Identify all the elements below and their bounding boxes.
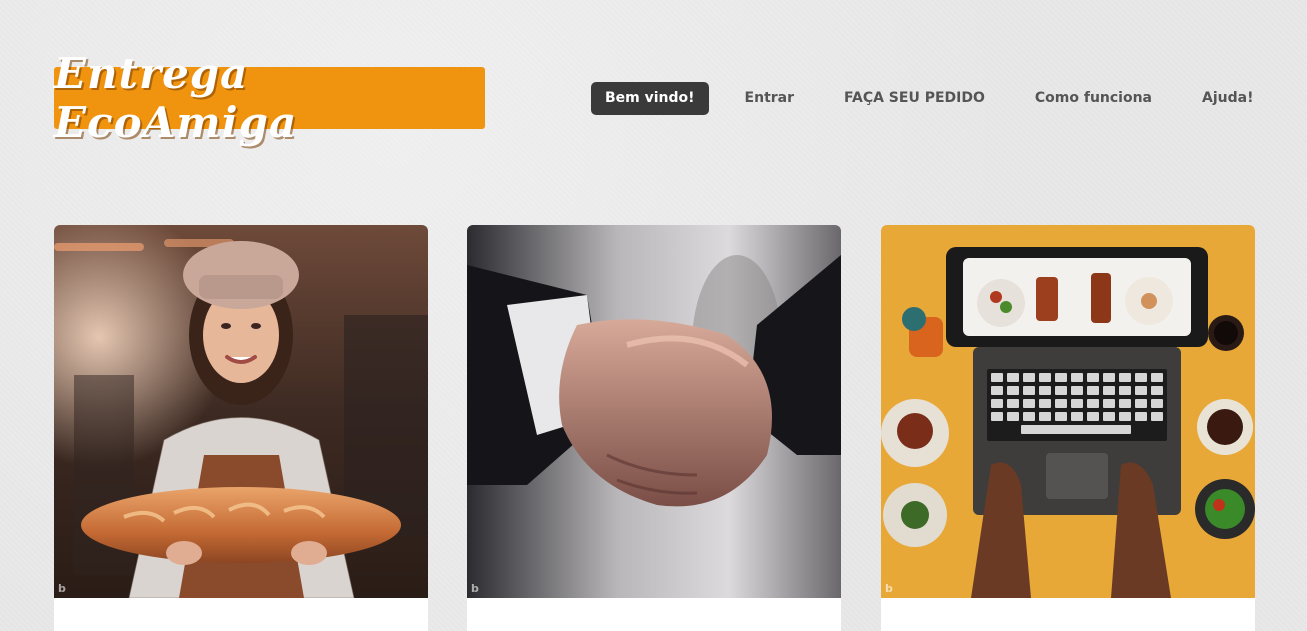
main-nav: Bem vindo! Entrar FAÇA SEU PEDIDO Como f…: [591, 82, 1267, 115]
laptop-food-ordering-image: b: [881, 225, 1255, 598]
image-watermark: b: [471, 582, 479, 595]
nav-item-ajuda[interactable]: Ajuda!: [1188, 82, 1267, 115]
feature-card-handshake[interactable]: b: [467, 225, 841, 631]
brand-logo[interactable]: Entrega EcoAmiga: [54, 49, 485, 147]
nav-item-bem-vindo[interactable]: Bem vindo!: [591, 82, 709, 115]
feature-card-laptop-food[interactable]: b: [881, 225, 1255, 631]
page: Entrega EcoAmiga Bem vindo! Entrar FAÇA …: [0, 0, 1307, 631]
card-body: [54, 598, 428, 631]
feature-card-baker[interactable]: b: [54, 225, 428, 631]
image-watermark: b: [885, 582, 893, 595]
nav-item-como-funciona[interactable]: Como funciona: [1021, 82, 1166, 115]
nav-item-faca-seu-pedido[interactable]: FAÇA SEU PEDIDO: [830, 82, 999, 115]
card-body: [881, 598, 1255, 631]
brand-name: Entrega EcoAmiga: [54, 49, 298, 147]
card-body: [467, 598, 841, 631]
baker-with-bread-image: b: [54, 225, 428, 598]
handshake-image: b: [467, 225, 841, 598]
image-watermark: b: [58, 582, 66, 595]
nav-item-entrar[interactable]: Entrar: [731, 82, 808, 115]
